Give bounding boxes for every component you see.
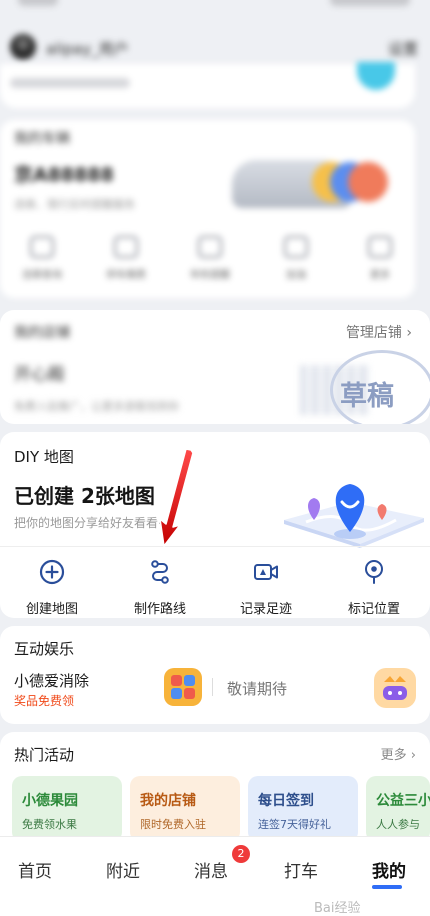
activity-tile[interactable]: 每日签到 连签7天得好礼: [248, 776, 358, 842]
activity-subtitle: 限时免费入驻: [140, 818, 206, 831]
car-shortcut-item[interactable]: 年检提醒: [180, 236, 240, 281]
activity-subtitle: 人人参与: [376, 818, 420, 831]
top-card: [0, 62, 415, 108]
bottom-nav: 首页 附近 消息 2 打车 我的 Bai经验: [0, 836, 430, 916]
create-map-button[interactable]: 创建地图: [6, 558, 98, 617]
entertainment-title: 互动娱乐: [14, 640, 75, 658]
my-shop-title: 我的店铺: [14, 325, 70, 341]
car-shortcut-item[interactable]: 加油: [266, 236, 326, 281]
blue-badge-icon: [357, 62, 395, 90]
activity-title: 小德果园: [22, 793, 78, 809]
diy-map-subtitle: 把你的地图分享给好友看看~: [14, 516, 169, 530]
car-plate: 京A88888: [14, 164, 114, 186]
divider: [0, 546, 430, 547]
car-subtitle: 违章、限行实时提醒服务: [14, 198, 135, 211]
divider: [212, 678, 213, 696]
diy-map-illustration: [284, 484, 424, 548]
nav-nearby[interactable]: 附近: [106, 857, 140, 882]
message-badge: 2: [232, 845, 250, 863]
location-pin-icon: [365, 560, 383, 584]
car-shortcut-item[interactable]: 更多: [350, 236, 410, 281]
nav-mine[interactable]: 我的: [372, 857, 406, 882]
record-footprint-button[interactable]: 记录足迹: [220, 558, 312, 617]
activity-tile[interactable]: 我的店铺 限时免费入驻: [130, 776, 240, 842]
status-system-icons: [330, 0, 410, 6]
activity-subtitle: 免费领水果: [22, 818, 77, 831]
active-tab-indicator: [372, 885, 402, 889]
mark-location-label: 标记位置: [347, 602, 400, 617]
activity-title: 我的店铺: [140, 793, 196, 809]
status-bar: [0, 0, 430, 18]
make-route-button[interactable]: 制作路线: [114, 558, 206, 617]
activity-title: 公益三小: [376, 793, 430, 809]
game-app-icon[interactable]: [164, 668, 202, 706]
my-car-title: 我的车辆: [14, 131, 70, 147]
plus-circle-icon: [39, 559, 65, 585]
settings-link[interactable]: 设置: [388, 38, 418, 59]
manage-shop-link[interactable]: 管理店铺 ›: [346, 322, 412, 342]
diy-map-count: 已创建 2张地图: [14, 484, 155, 508]
username: alipay_用户: [46, 40, 129, 58]
my-car-card[interactable]: 我的车辆 京A88888 违章、限行实时提醒服务 违章查询 停车缴费 年检提醒 …: [0, 120, 415, 298]
mark-location-button[interactable]: 标记位置: [328, 558, 420, 617]
status-time: [18, 0, 58, 6]
route-icon: [151, 560, 169, 584]
watermark: Bai经验: [314, 901, 361, 916]
hot-activities-title: 热门活动: [14, 746, 75, 764]
more-link[interactable]: 更多 ›: [381, 744, 416, 763]
record-footprint-label: 记录足迹: [239, 602, 292, 617]
activity-subtitle: 连签7天得好礼: [258, 818, 331, 831]
shop-name: 开心殿: [14, 365, 65, 385]
nav-taxi[interactable]: 打车: [284, 857, 318, 882]
diy-map-title: DIY 地图: [14, 448, 74, 466]
car-shortcuts: 违章查询 停车缴费 年检提醒 加油 更多: [0, 236, 415, 292]
video-camera-icon: [254, 564, 278, 580]
activity-title: 每日签到: [258, 793, 314, 809]
diy-map-card[interactable]: DIY 地图 已创建 2张地图 把你的地图分享给好友看看~ 创建地图 制作路线: [0, 432, 430, 618]
my-shop-card[interactable]: 我的店铺 管理店铺 › 开心殿 免费入驻推广，让更多游客找到你 草稿: [0, 310, 430, 424]
make-route-label: 制作路线: [133, 602, 186, 617]
nav-home[interactable]: 首页: [18, 857, 52, 882]
entertainment-card[interactable]: 互动娱乐 小德爱消除 奖品免费领 敬请期待: [0, 626, 430, 724]
game-controller-icon[interactable]: [374, 668, 416, 708]
hot-activities-card[interactable]: 热门活动 更多 › 小德果园 免费领水果 我的店铺 限时免费入驻 每日签到 连签…: [0, 732, 430, 842]
coming-soon-text: 敬请期待: [227, 680, 288, 698]
game-name[interactable]: 小德爱消除: [14, 670, 89, 691]
create-map-label: 创建地图: [25, 602, 78, 617]
avatar[interactable]: [10, 34, 36, 60]
game-prize-text: 奖品免费领: [14, 694, 75, 708]
shop-subtitle: 免费入驻推广，让更多游客找到你: [14, 400, 179, 413]
car-shortcut-item[interactable]: 违章查询: [12, 236, 72, 281]
activity-tile[interactable]: 小德果园 免费领水果: [12, 776, 122, 842]
nav-messages[interactable]: 消息: [194, 857, 228, 882]
activity-tile[interactable]: 公益三小 人人参与: [366, 776, 430, 842]
car-shortcut-item[interactable]: 停车缴费: [96, 236, 156, 281]
draft-stamp-text: 草稿: [340, 381, 394, 412]
